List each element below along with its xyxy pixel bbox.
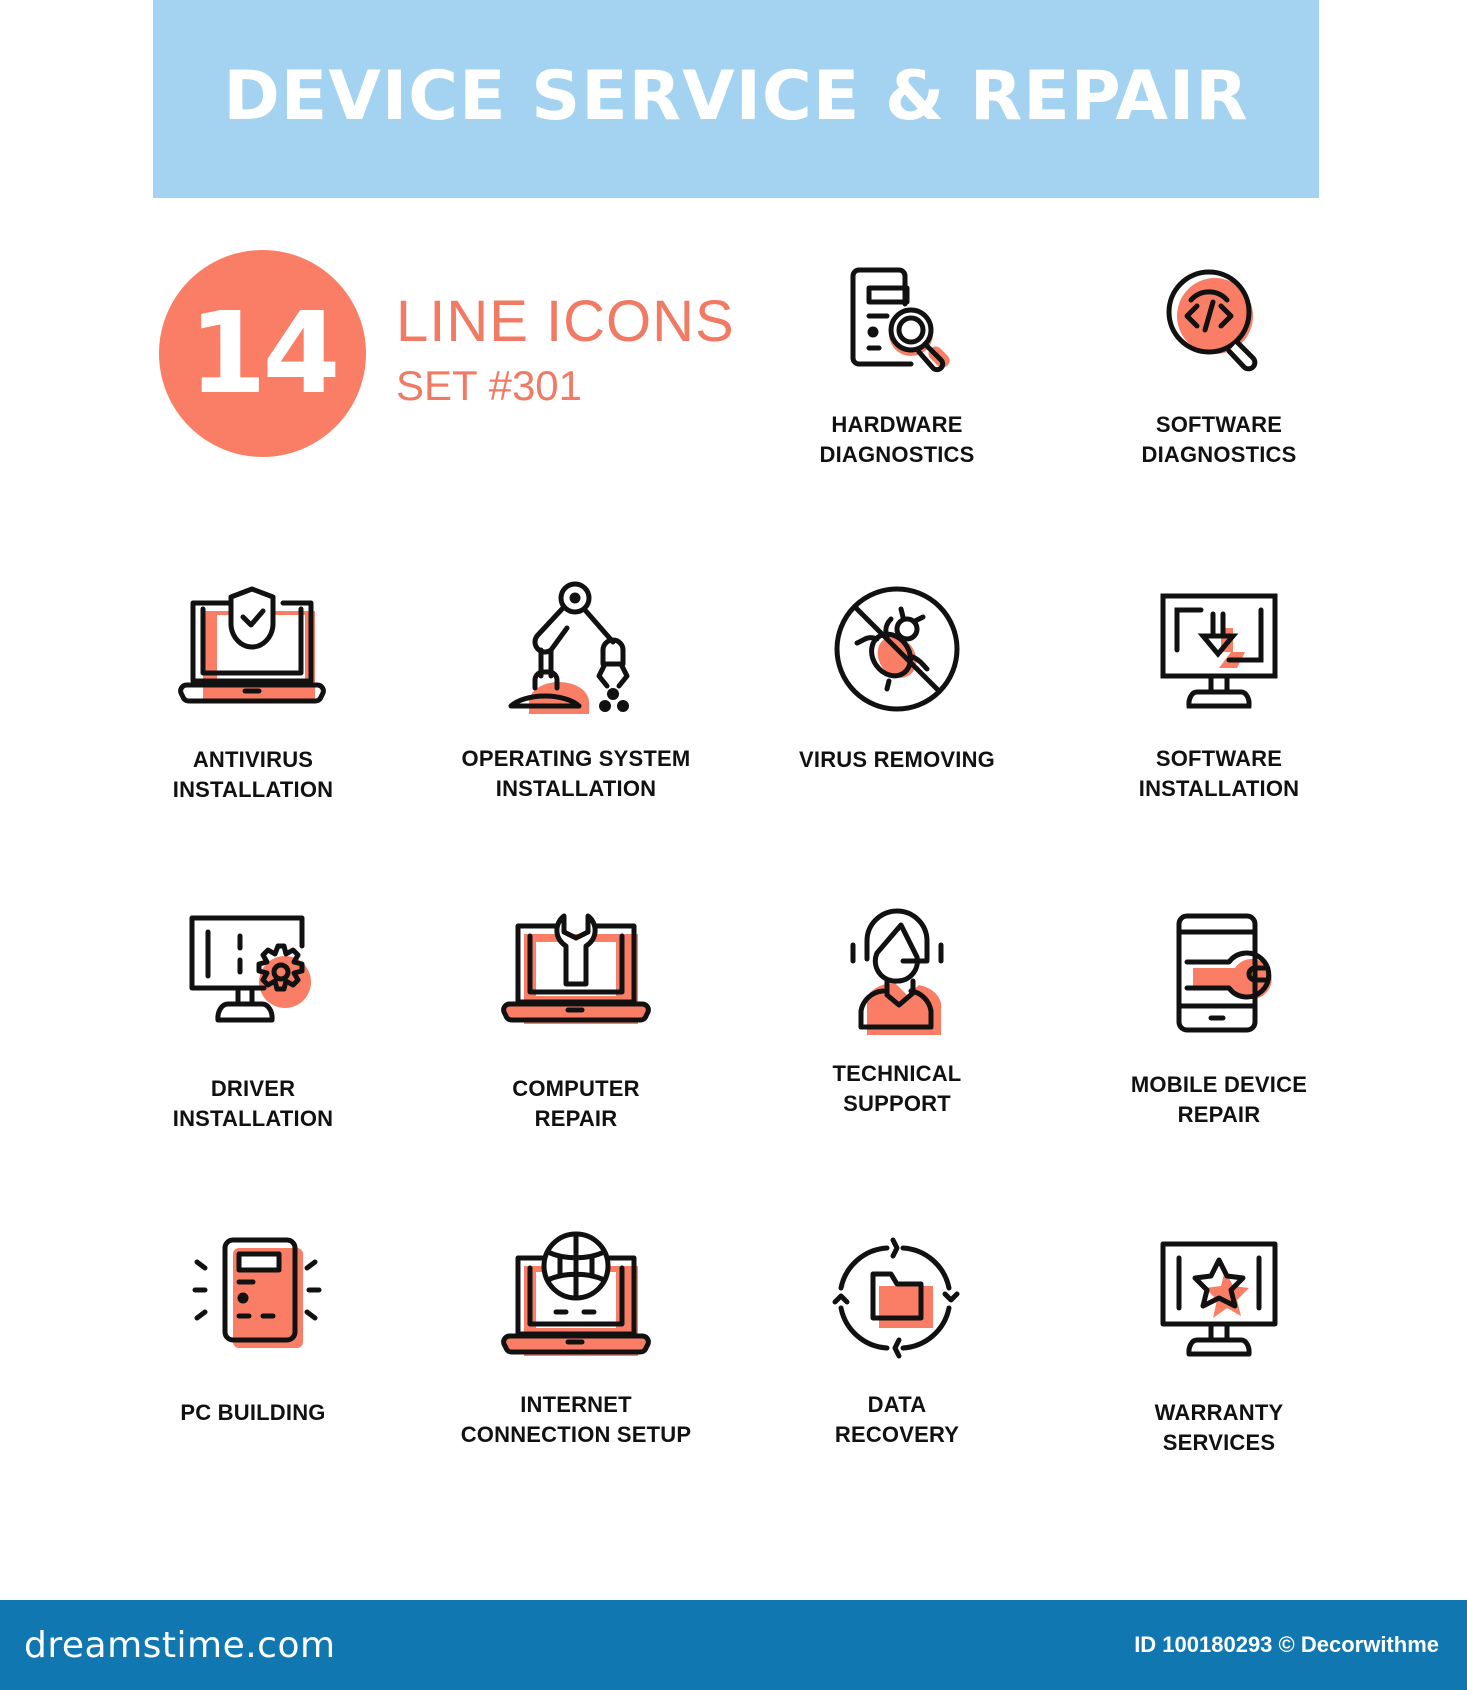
icon-label: COMPUTER REPAIR — [512, 1076, 640, 1131]
antivirus-installation-icon — [178, 586, 326, 704]
software-diagnostics-icon — [1166, 269, 1258, 372]
icon-count-badge: 14 — [159, 250, 366, 457]
icon-tile-antivirus-installation: ANTIVIRUS INSTALLATION — [103, 585, 403, 805]
icon-label: INTERNET CONNECTION SETUP — [460, 1392, 692, 1447]
icon-label: WARRANTY SERVICES — [1154, 1400, 1284, 1455]
virus-removing-icon — [834, 586, 960, 712]
icon-label: DATA RECOVERY — [834, 1392, 960, 1447]
software-installation-icon — [1160, 593, 1278, 709]
icon-tile-data-recovery: DATA RECOVERY — [747, 1236, 1047, 1450]
icon-label: ANTIVIRUS INSTALLATION — [172, 747, 334, 802]
icon-tile-computer-repair: COMPUTER REPAIR — [426, 912, 726, 1134]
icon-tile-hardware-diagnostics: HARDWARE DIAGNOSTICS — [747, 262, 1047, 470]
operating-system-installation-icon — [508, 581, 630, 714]
footer-logo[interactable]: dreamstime.com — [24, 1625, 336, 1666]
icon-tile-virus-removing: VIRUS REMOVING — [747, 585, 1047, 775]
pc-building-icon — [192, 1237, 322, 1348]
icon-label: HARDWARE DIAGNOSTICS — [819, 412, 975, 467]
icon-tile-pc-building: PC BUILDING — [103, 1236, 403, 1428]
image-credit: ID 100180293 © Decorwithme — [1134, 1632, 1439, 1657]
data-recovery-icon — [832, 1237, 960, 1359]
icon-tile-internet-connection-setup: INTERNET CONNECTION SETUP — [426, 1228, 726, 1450]
warranty-services-icon — [1160, 1241, 1278, 1357]
technical-support-icon — [850, 908, 944, 1035]
icon-label: TECHNICAL SUPPORT — [832, 1061, 962, 1116]
driver-installation-icon — [189, 915, 311, 1023]
page-title: DEVICE SERVICE & REPAIR — [223, 56, 1249, 136]
mobile-device-repair-icon — [1176, 913, 1272, 1033]
internet-connection-setup-icon — [501, 1231, 651, 1356]
computer-repair-icon — [501, 913, 651, 1024]
icon-label: SOFTWARE DIAGNOSTICS — [1141, 412, 1297, 467]
footer-bar: dreamstime.com ID 100180293 © Decorwithm… — [0, 1600, 1467, 1690]
icon-label: PC BUILDING — [180, 1400, 326, 1425]
icon-tile-driver-installation: DRIVER INSTALLATION — [103, 912, 403, 1134]
icon-tile-technical-support: TECHNICAL SUPPORT — [747, 905, 1047, 1119]
icon-count: 14 — [188, 288, 341, 419]
icon-tile-operating-system-installation: OPERATING SYSTEM INSTALLATION — [426, 580, 726, 804]
icon-label: VIRUS REMOVING — [799, 747, 995, 772]
icon-label: MOBILE DEVICE REPAIR — [1130, 1072, 1308, 1127]
icon-tile-software-installation: SOFTWARE INSTALLATION — [1069, 592, 1369, 804]
set-title: LINE ICONS — [396, 289, 735, 354]
icon-tile-warranty-services: WARRANTY SERVICES — [1069, 1240, 1369, 1458]
icon-label: DRIVER INSTALLATION — [172, 1076, 334, 1131]
icon-label: SOFTWARE INSTALLATION — [1138, 746, 1300, 801]
hardware-diagnostics-icon — [850, 267, 950, 373]
icon-tile-software-diagnostics: SOFTWARE DIAGNOSTICS — [1069, 262, 1369, 470]
icon-tile-mobile-device-repair: MOBILE DEVICE REPAIR — [1069, 912, 1369, 1130]
set-number: SET #301 — [396, 362, 583, 409]
icon-label: OPERATING SYSTEM INSTALLATION — [461, 746, 691, 801]
title-banner: DEVICE SERVICE & REPAIR — [153, 0, 1319, 198]
